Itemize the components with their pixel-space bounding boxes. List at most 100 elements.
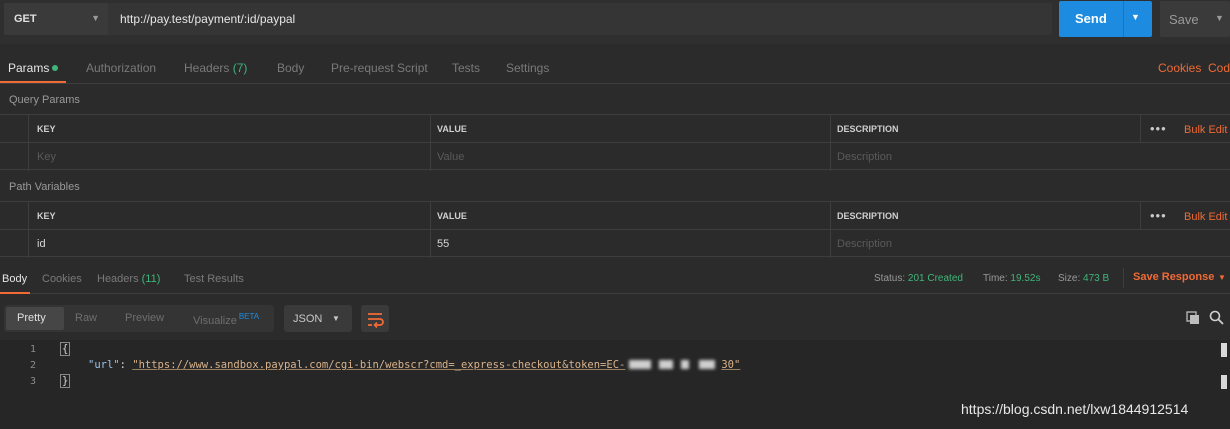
tab-headers-count: (7) <box>232 61 248 75</box>
table-row: id 55 Description <box>0 229 1230 258</box>
response-status: Status: 201 Created <box>874 273 963 284</box>
copy-icon[interactable] <box>1186 311 1200 325</box>
send-divider <box>1123 1 1124 37</box>
more-options-icon[interactable]: ••• <box>1150 121 1167 136</box>
column-divider <box>830 143 831 171</box>
preview-button[interactable]: Preview <box>125 312 164 324</box>
save-response-button[interactable]: Save Response <box>1133 271 1214 283</box>
column-divider <box>1140 115 1141 143</box>
send-button[interactable]: Send ▼ <box>1059 1 1152 37</box>
wrap-lines-button[interactable] <box>361 305 389 332</box>
column-divider <box>430 202 431 230</box>
tab-headers[interactable]: Headers (7) <box>184 61 247 75</box>
chevron-down-icon: ▼ <box>332 314 340 323</box>
path-variable-key: id <box>37 238 46 250</box>
column-divider <box>28 115 29 143</box>
column-header-value: VALUE <box>437 211 467 221</box>
column-header-description: DESCRIPTION <box>837 211 899 221</box>
raw-button[interactable]: Raw <box>75 312 97 324</box>
column-divider <box>28 202 29 230</box>
bulk-edit-link[interactable]: Bulk Edit <box>1184 211 1227 223</box>
size-value: 473 B <box>1083 273 1110 284</box>
visualize-label: Visualize <box>193 315 237 327</box>
pretty-button[interactable]: Pretty <box>17 312 46 324</box>
table-header-row: KEY VALUE DESCRIPTION ••• Bulk Edit <box>0 114 1230 143</box>
tab-settings[interactable]: Settings <box>506 61 549 75</box>
json-url-value[interactable]: "https://www.sandbox.paypal.com/cgi-bin/… <box>132 359 740 371</box>
url-value-end: 30" <box>721 359 741 371</box>
scrollbar-marker[interactable] <box>1221 343 1227 357</box>
redacted-block <box>659 360 674 369</box>
params-dot-icon <box>52 65 59 71</box>
column-divider <box>830 115 831 143</box>
tab-headers-label: Headers <box>184 61 230 75</box>
beta-badge: BETA <box>238 312 260 321</box>
size-label: Size: <box>1058 273 1081 284</box>
tab-authorization[interactable]: Authorization <box>86 61 156 75</box>
table-header-row: KEY VALUE DESCRIPTION ••• Bulk Edit <box>0 201 1230 230</box>
line-number: 1 <box>30 344 37 355</box>
status-value: 201 Created <box>907 273 963 284</box>
tab-response-headers[interactable]: Headers (11) <box>97 273 160 285</box>
column-divider <box>830 230 831 258</box>
response-size: Size: 473 B <box>1058 273 1109 284</box>
tab-response-headers-label: Headers <box>97 273 139 285</box>
chevron-down-icon: ▼ <box>91 13 100 23</box>
column-divider <box>430 143 431 171</box>
column-header-value: VALUE <box>437 124 467 134</box>
tab-response-body[interactable]: Body <box>2 273 27 285</box>
line-number: 2 <box>30 360 37 371</box>
save-dropdown-icon[interactable]: ▼ <box>1215 13 1224 23</box>
column-divider <box>28 230 29 258</box>
method-select[interactable]: GET ▼ <box>4 3 108 35</box>
url-value-start: "https://www.sandbox.paypal.com/cgi-bin/… <box>132 359 626 371</box>
code-link[interactable]: Code <box>1208 61 1230 75</box>
visualize-button[interactable]: Visualize BETA <box>193 312 259 327</box>
request-tabs: Params Authorization Headers (7) Body Pr… <box>0 52 1230 84</box>
column-divider <box>1140 202 1141 230</box>
url-input[interactable]: http://pay.test/payment/:id/paypal <box>108 3 1052 35</box>
value-input[interactable]: Value <box>437 151 464 163</box>
description-input[interactable]: Description <box>837 238 892 250</box>
send-dropdown-icon[interactable]: ▼ <box>1131 12 1140 22</box>
description-input[interactable]: Description <box>837 151 892 163</box>
scrollbar-marker[interactable] <box>1221 375 1227 389</box>
column-header-description: DESCRIPTION <box>837 124 899 134</box>
view-mode-group: Pretty Raw Preview Visualize BETA <box>4 305 274 332</box>
line-number-gutter: 1 2 3 <box>0 340 52 429</box>
tab-params-label: Params <box>8 61 50 75</box>
format-select[interactable]: JSON ▼ <box>284 305 352 332</box>
redacted-block <box>629 360 652 369</box>
path-variable-value-input[interactable]: 55 <box>437 238 449 250</box>
search-icon[interactable] <box>1209 310 1224 325</box>
more-options-icon[interactable]: ••• <box>1150 208 1167 223</box>
column-divider <box>430 115 431 143</box>
save-label: Save <box>1169 12 1199 27</box>
column-header-key: KEY <box>37 124 56 134</box>
divider <box>1123 268 1124 288</box>
request-bar: GET ▼ http://pay.test/payment/:id/paypal… <box>0 0 1230 44</box>
wrap-lines-icon <box>368 313 384 329</box>
response-tabs: Body Cookies Headers (11) Test Results S… <box>0 265 1230 294</box>
cookies-link[interactable]: Cookies <box>1158 61 1201 75</box>
chevron-down-icon[interactable]: ▼ <box>1218 273 1226 282</box>
bulk-edit-link[interactable]: Bulk Edit <box>1184 124 1227 136</box>
status-label: Status: <box>874 273 906 284</box>
code-line-3: } <box>60 374 71 388</box>
tab-response-cookies[interactable]: Cookies <box>42 273 82 285</box>
open-brace: { <box>60 342 71 356</box>
tab-test-results[interactable]: Test Results <box>184 273 244 285</box>
redacted-block <box>699 360 716 369</box>
key-input[interactable]: Key <box>37 151 56 163</box>
tab-pre-request-script[interactable]: Pre-request Script <box>331 61 428 75</box>
code-line-1: { <box>60 342 71 356</box>
tab-params[interactable]: Params <box>8 61 59 75</box>
tab-body[interactable]: Body <box>277 61 304 75</box>
active-tab-indicator <box>0 292 30 294</box>
tab-tests[interactable]: Tests <box>452 61 480 75</box>
url-text: http://pay.test/payment/:id/paypal <box>120 12 296 26</box>
json-colon: : <box>119 359 133 371</box>
save-button[interactable]: Save ▼ <box>1160 1 1230 37</box>
active-tab-indicator <box>0 81 66 83</box>
watermark: https://blog.csdn.net/lxw1844912514 <box>961 401 1189 417</box>
